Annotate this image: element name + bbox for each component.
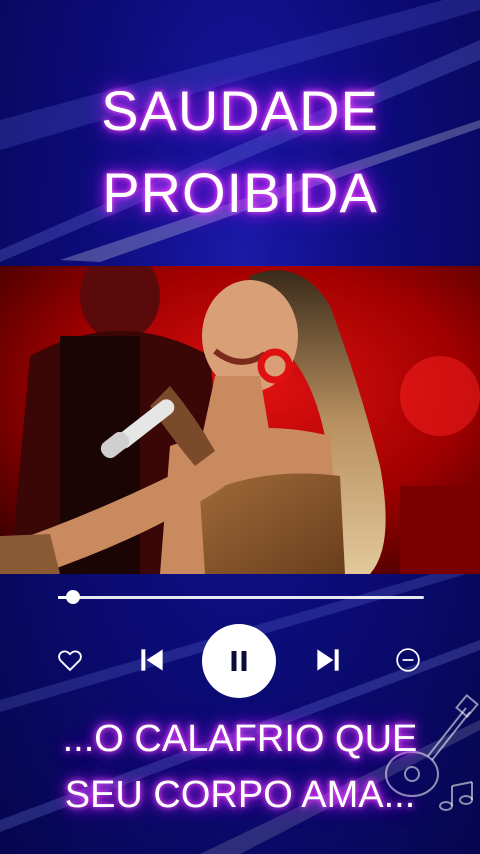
skip-previous-icon [141,649,163,671]
lyric-line-1: ...O CALAFRIO QUE [62,718,418,760]
singer-photo-illustration [0,266,480,574]
video-frame: SAUDADE PROIBIDA ...O CALAFRIO QUE SEU C… [0,0,480,854]
lyric-line-2: SEU CORPO AMA... [64,774,416,816]
song-title-line-1: SAUDADE [101,79,379,142]
song-title-line-2: PROIBIDA [102,161,378,224]
pause-icon [231,651,247,671]
progress-knob[interactable] [65,590,80,604]
skip-next-button[interactable] [312,644,344,676]
minus-circle-icon[interactable] [394,646,422,674]
progress-track[interactable] [58,596,424,599]
heart-icon[interactable] [56,646,84,674]
skip-next-icon [317,649,339,671]
singer-photo [0,266,480,574]
skip-previous-button[interactable] [136,644,168,676]
pause-button[interactable] [202,624,276,698]
